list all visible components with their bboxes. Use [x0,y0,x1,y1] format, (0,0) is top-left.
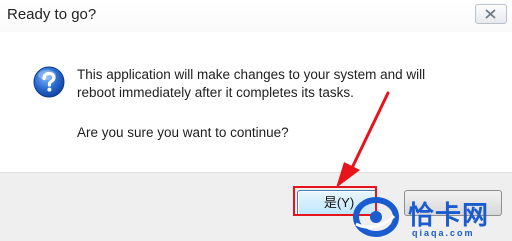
close-icon [485,9,496,19]
watermark-brand: 恰卡网 [408,201,490,231]
close-button[interactable] [475,4,507,24]
watermark-url: qiaqa.com [412,228,475,238]
dialog-window: Ready to go? This application will make … [0,0,512,241]
message-line-2: reboot immediately after it completes it… [77,85,354,100]
message-line-1: This application will make changes to yo… [77,67,426,82]
dialog-content [0,32,512,172]
window-title: Ready to go? [7,6,97,23]
watermark-logo [353,197,399,237]
question-icon [33,66,65,98]
confirm-question: Are you sure you want to continue? [77,125,289,140]
title-bar: Ready to go? [0,0,512,32]
